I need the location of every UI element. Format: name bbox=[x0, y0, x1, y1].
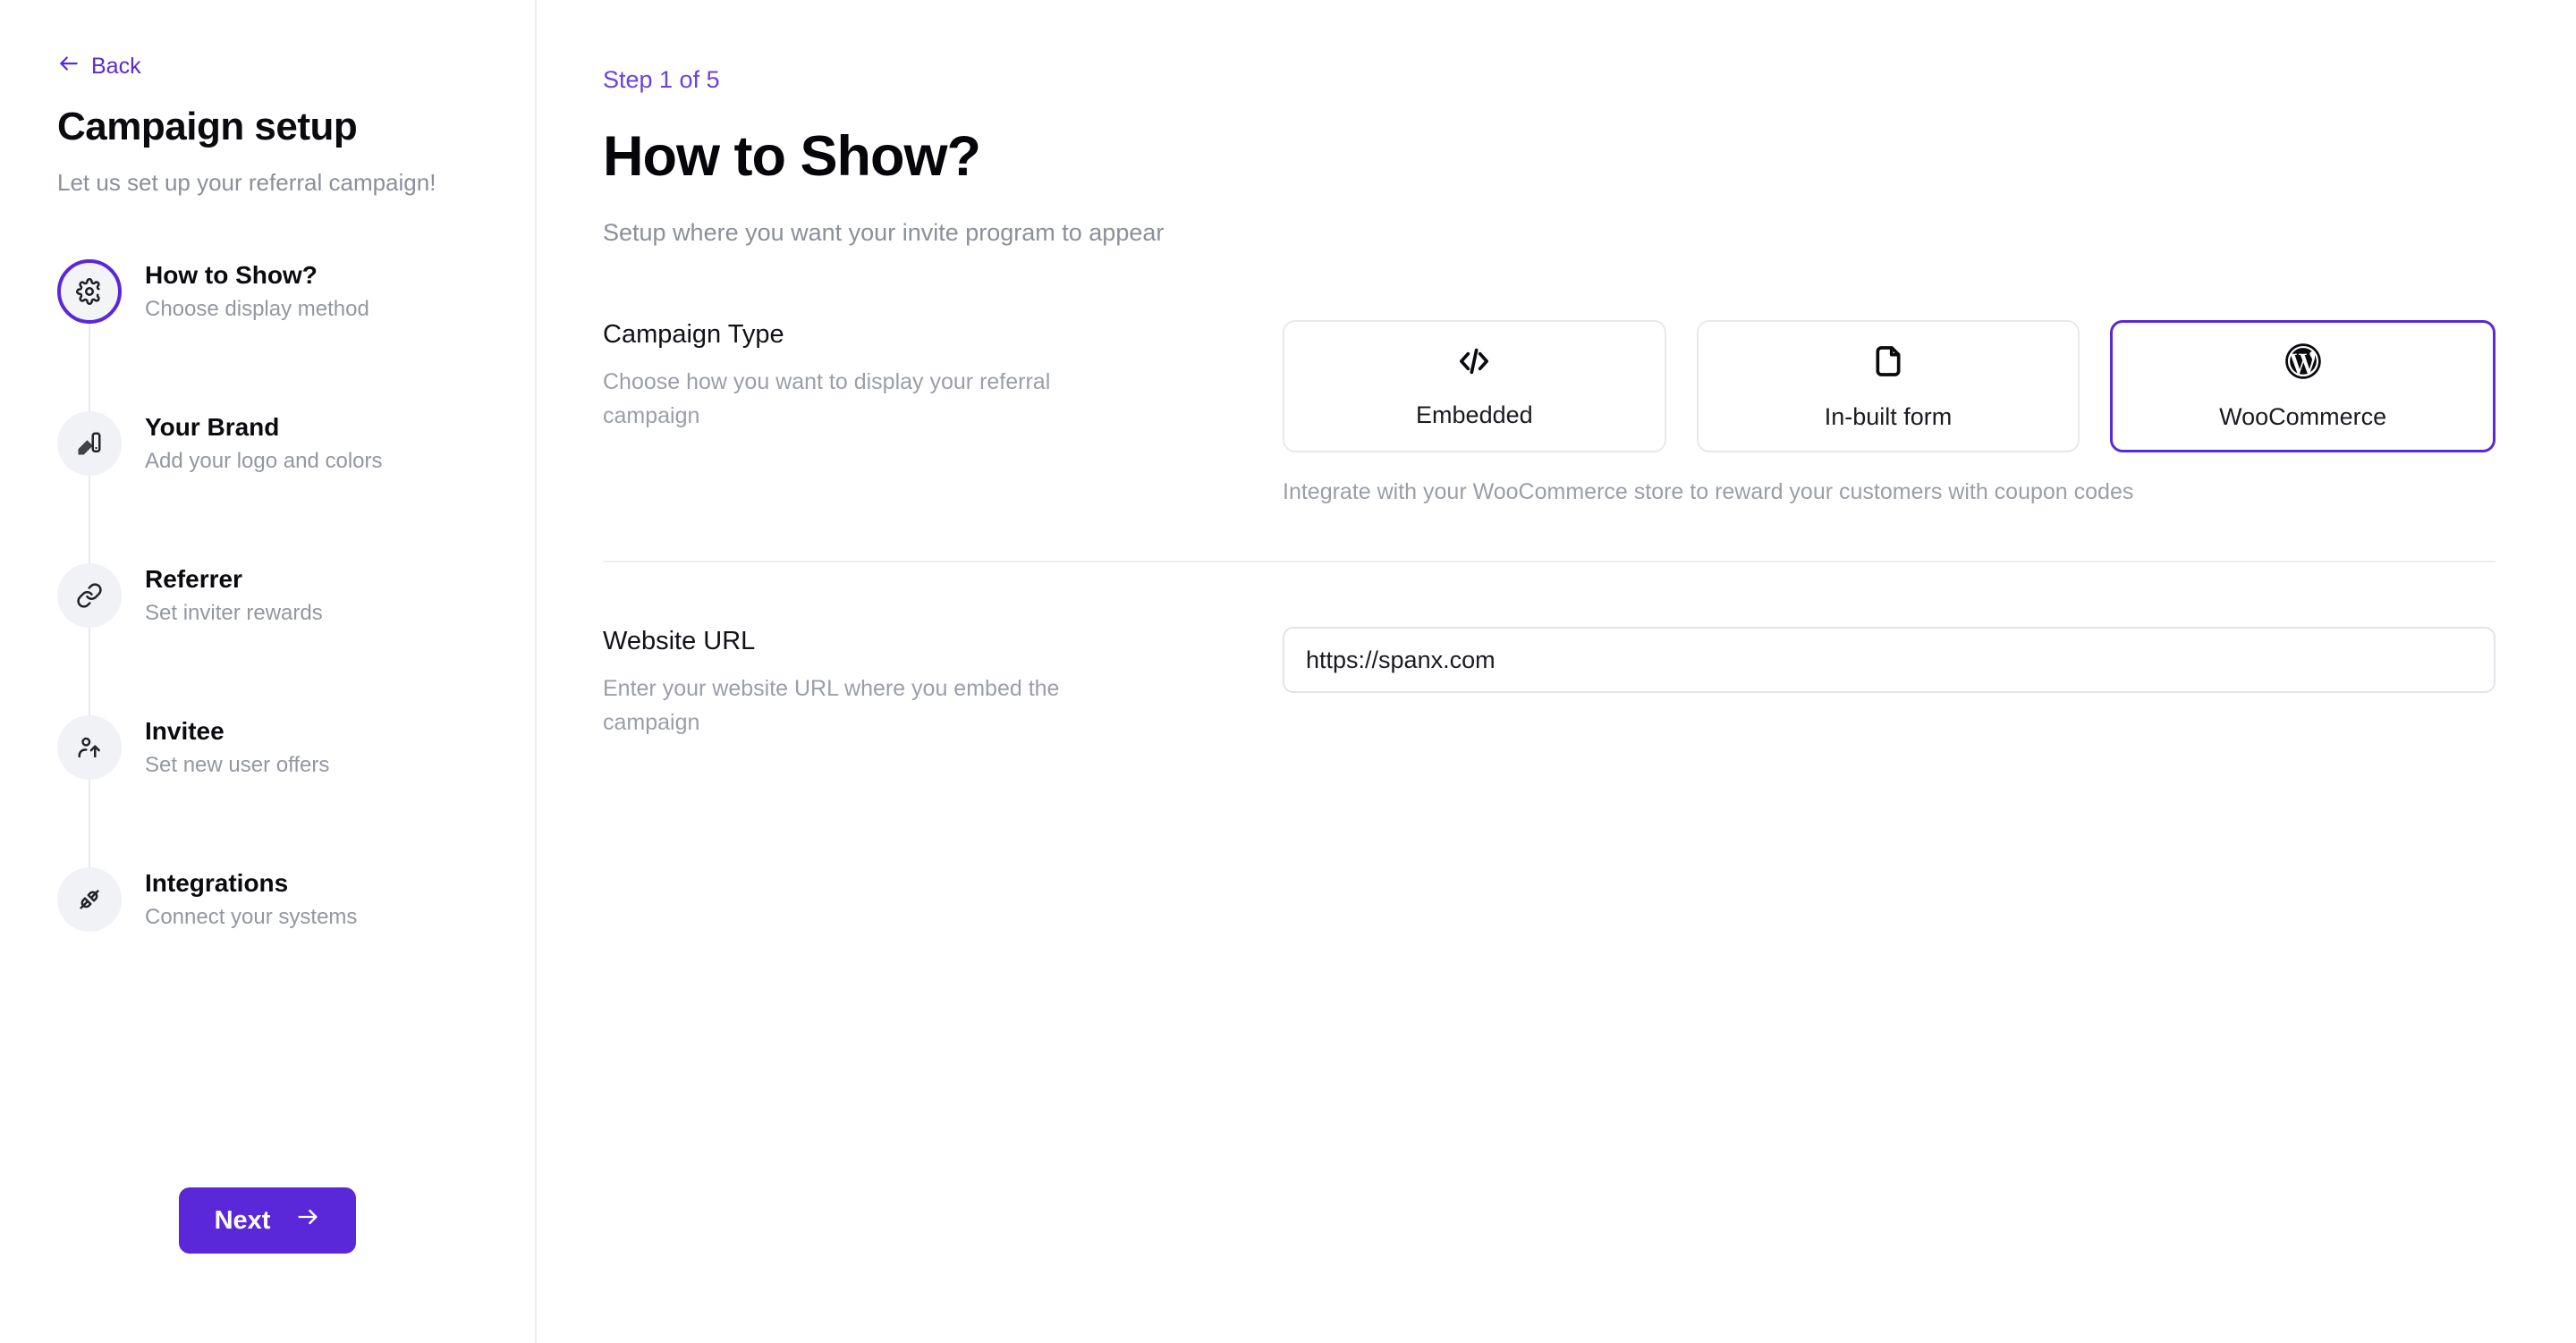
step-counter: Step 1 of 5 bbox=[603, 66, 720, 93]
sidebar-step-label: Referrer bbox=[145, 565, 242, 593]
main-title: How to Show? bbox=[603, 125, 981, 188]
campaign-type-option-label: Embedded bbox=[1416, 401, 1533, 428]
wordpress-icon bbox=[2284, 342, 2323, 385]
sidebar-step-integrations[interactable]: Integrations Connect your systems bbox=[57, 851, 478, 948]
sidebar-step-label: Integrations bbox=[145, 869, 289, 897]
sidebar-step-invitee[interactable]: Invitee Set new user offers bbox=[57, 699, 478, 796]
website-url-label: Website URL bbox=[603, 627, 756, 655]
campaign-type-options: Embedded In-built form WooCommerce bbox=[1283, 320, 2496, 452]
document-icon bbox=[1870, 342, 1906, 385]
sidebar-step-desc: Add your logo and colors bbox=[145, 449, 383, 473]
main-content: Step 1 of 5 How to Show? Setup where you… bbox=[537, 0, 2576, 1343]
sidebar-step-text: How to Show? Choose display method bbox=[145, 261, 369, 322]
link-icon bbox=[57, 563, 122, 628]
campaign-type-option-label: WooCommerce bbox=[2219, 403, 2387, 430]
campaign-type-option-woocommerce[interactable]: WooCommerce bbox=[2110, 320, 2496, 452]
website-url-input[interactable] bbox=[1283, 627, 2496, 693]
user-plus-icon bbox=[57, 715, 122, 780]
sidebar-step-label: Invitee bbox=[145, 717, 225, 745]
arrow-right-icon bbox=[295, 1204, 320, 1237]
gear-icon bbox=[57, 259, 122, 324]
next-button[interactable]: Next bbox=[178, 1187, 357, 1254]
campaign-type-hint: Integrate with your WooCommerce store to… bbox=[1283, 479, 2134, 504]
page-subtitle: Let us set up your referral campaign! bbox=[57, 169, 436, 196]
sidebar-step-referrer[interactable]: Referrer Set inviter rewards bbox=[57, 547, 478, 644]
campaign-type-option-embedded[interactable]: Embedded bbox=[1283, 320, 1666, 452]
sidebar-step-label: How to Show? bbox=[145, 261, 318, 289]
website-url-desc: Enter your website URL where you embed t… bbox=[603, 676, 1060, 735]
sidebar-step-your-brand[interactable]: Your Brand Add your logo and colors bbox=[57, 395, 478, 492]
campaign-type-label-block: Campaign Type Choose how you want to dis… bbox=[603, 320, 1283, 433]
campaign-setup-page: Back Campaign setup Let us set up your r… bbox=[0, 0, 2576, 1343]
campaign-type-label: Campaign Type bbox=[603, 320, 784, 349]
sidebar: Back Campaign setup Let us set up your r… bbox=[0, 0, 537, 1343]
next-button-label: Next bbox=[214, 1205, 271, 1235]
sidebar-step-desc: Set new user offers bbox=[145, 753, 330, 777]
page-title: Campaign setup bbox=[57, 105, 358, 148]
stepper: How to Show? Choose display method Your … bbox=[57, 243, 478, 948]
sidebar-step-text: Referrer Set inviter rewards bbox=[145, 565, 323, 626]
back-label: Back bbox=[91, 54, 141, 79]
palette-icon bbox=[57, 411, 122, 476]
section-divider bbox=[603, 561, 2496, 562]
campaign-type-option-label: In-built form bbox=[1824, 403, 1953, 430]
back-link[interactable]: Back bbox=[57, 52, 141, 81]
code-icon bbox=[1454, 343, 1494, 384]
website-url-input-block bbox=[1283, 627, 2576, 693]
plug-icon bbox=[57, 867, 122, 932]
sidebar-step-text: Invitee Set new user offers bbox=[145, 717, 329, 778]
sidebar-step-text: Integrations Connect your systems bbox=[145, 869, 357, 930]
next-button-container: Next bbox=[0, 1187, 535, 1254]
sidebar-step-desc: Connect your systems bbox=[145, 905, 358, 929]
campaign-type-options-block: Embedded In-built form WooCommerce Integ… bbox=[1283, 320, 2576, 505]
website-url-section: Website URL Enter your website URL where… bbox=[603, 627, 2576, 739]
arrow-left-icon bbox=[57, 52, 80, 81]
sidebar-step-text: Your Brand Add your logo and colors bbox=[145, 413, 383, 474]
sidebar-step-desc: Set inviter rewards bbox=[145, 601, 323, 625]
campaign-type-desc: Choose how you want to display your refe… bbox=[603, 369, 1051, 428]
campaign-type-section: Campaign Type Choose how you want to dis… bbox=[603, 320, 2576, 505]
sidebar-step-label: Your Brand bbox=[145, 413, 280, 441]
main-subtitle: Setup where you want your invite program… bbox=[603, 219, 1165, 246]
campaign-type-option-in-built-form[interactable]: In-built form bbox=[1696, 320, 2080, 452]
sidebar-step-how-to-show[interactable]: How to Show? Choose display method bbox=[57, 243, 478, 340]
website-url-label-block: Website URL Enter your website URL where… bbox=[603, 627, 1283, 739]
sidebar-step-desc: Choose display method bbox=[145, 297, 369, 321]
